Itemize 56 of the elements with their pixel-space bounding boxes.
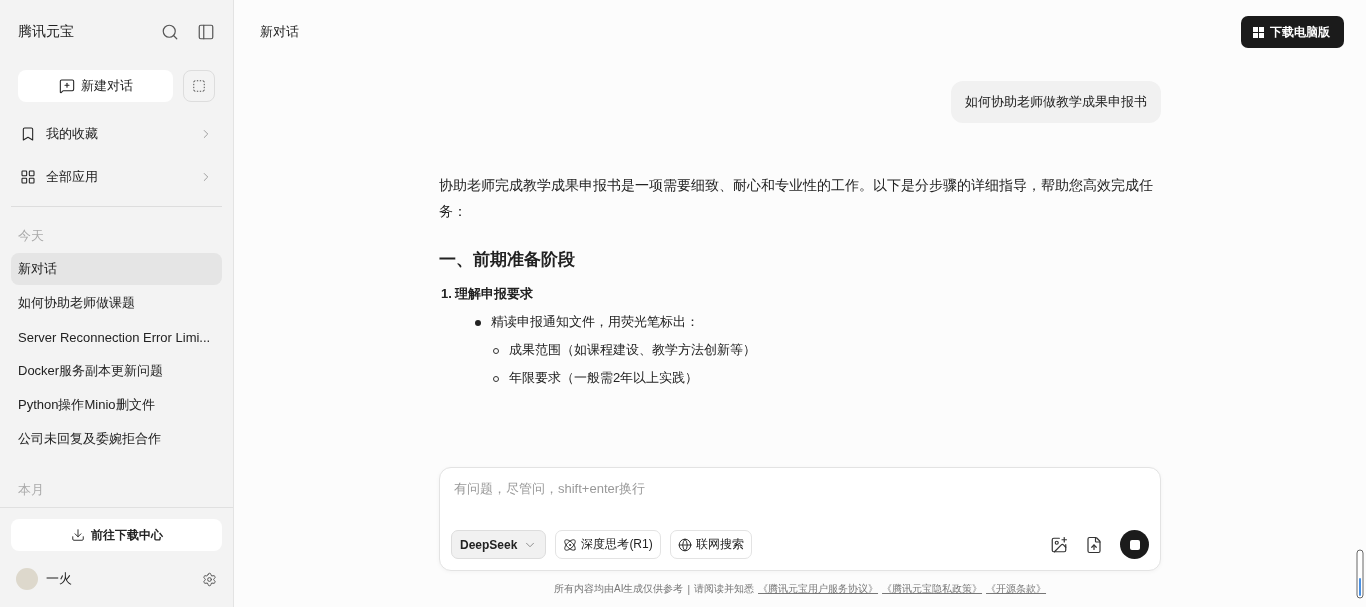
notice-text: 请阅读并知悉 [694,582,755,596]
list-item-text: 成果范围（如课程建设、教学方法创新等） [509,342,756,357]
menu-label: 我的收藏 [46,124,99,143]
image-plus-icon [1050,535,1068,554]
option-toggle[interactable]: 联网搜索 [669,530,752,559]
disclaimer-text: 所有内容均由AI生成仅供参考 [553,582,684,596]
bookmark-icon [20,125,36,142]
image-upload-button[interactable] [1050,535,1068,554]
user-name: 一火 [46,570,73,588]
chat-history-item[interactable]: Server Reconnection Error Limi... [11,321,222,353]
list-item-text: 精读申报通知文件，用荧光笔标出： [491,314,699,329]
menu-label: 全部应用 [46,167,99,186]
search-button[interactable] [161,23,179,41]
windows-icon [1253,26,1264,38]
policy-link[interactable]: 《腾讯元宝隐私政策》 [882,582,983,596]
section-heading: 本月 [17,481,45,499]
file-upload-button[interactable] [1085,535,1103,554]
app-title: 腾讯元宝 [18,23,75,41]
download-desktop-button[interactable]: 下载电脑版 [1241,16,1344,48]
chat-history-item[interactable]: Docker服务副本更新问题 [11,355,222,387]
policy-link[interactable]: 《腾讯元宝用户服务协议》 [758,582,879,596]
section-heading: 今天 [17,227,45,245]
search-icon [161,23,179,41]
globe-icon [677,537,692,552]
settings-button[interactable] [202,571,217,587]
dashed-square-icon [192,79,206,93]
grid-icon [20,168,36,185]
policy-link[interactable]: 《开源条款》 [986,582,1047,596]
chat-history-item[interactable]: 公司未回复及委婉拒合作 [11,423,222,455]
stop-button[interactable] [1120,530,1149,559]
model-select[interactable]: DeepSeek [451,530,547,559]
bullet-icon [475,319,481,326]
list-heading: 1. 理解申报要求 [440,285,535,303]
chat-plus-icon [58,78,75,94]
message-input[interactable]: 有问题，尽管问，shift+enter换行 [451,478,1149,498]
menu-item[interactable]: 全部应用 [10,155,223,198]
atom-icon [563,537,578,552]
chat-title: 新对话 [260,23,300,41]
new-chat-button[interactable]: 新建对话 [18,70,173,102]
chat-history-item[interactable]: 如何协助老师做课题 [11,287,222,319]
stop-icon [1129,539,1140,550]
download-icon [70,528,85,542]
sidebar-toggle-button[interactable] [197,23,215,41]
panel-icon [197,23,215,41]
download-center-button[interactable]: 前往下载中心 [11,519,222,551]
answer-paragraph: 协助老师完成教学成果申报书是一项需要细致、耐心和专业性的工作。以下是分步骤的详细指导，帮助您高效完成任务： [439,176,1154,221]
chat-history-item[interactable]: Python操作Minio删文件 [11,389,222,421]
settings-icon [202,571,217,587]
chat-history-item[interactable]: 新对话 [11,253,222,285]
section-heading: 一、前期准备阶段 [439,249,576,271]
separator-text: | [687,583,691,595]
user-message: 如何协助老师做教学成果申报书 [951,81,1161,123]
list-item-text: 年限要求（一般需2年以上实践） [509,370,699,385]
file-upload-icon [1085,535,1103,554]
menu-item[interactable]: 我的收藏 [10,112,223,155]
option-toggle[interactable]: 深度思考(R1) [555,530,661,559]
